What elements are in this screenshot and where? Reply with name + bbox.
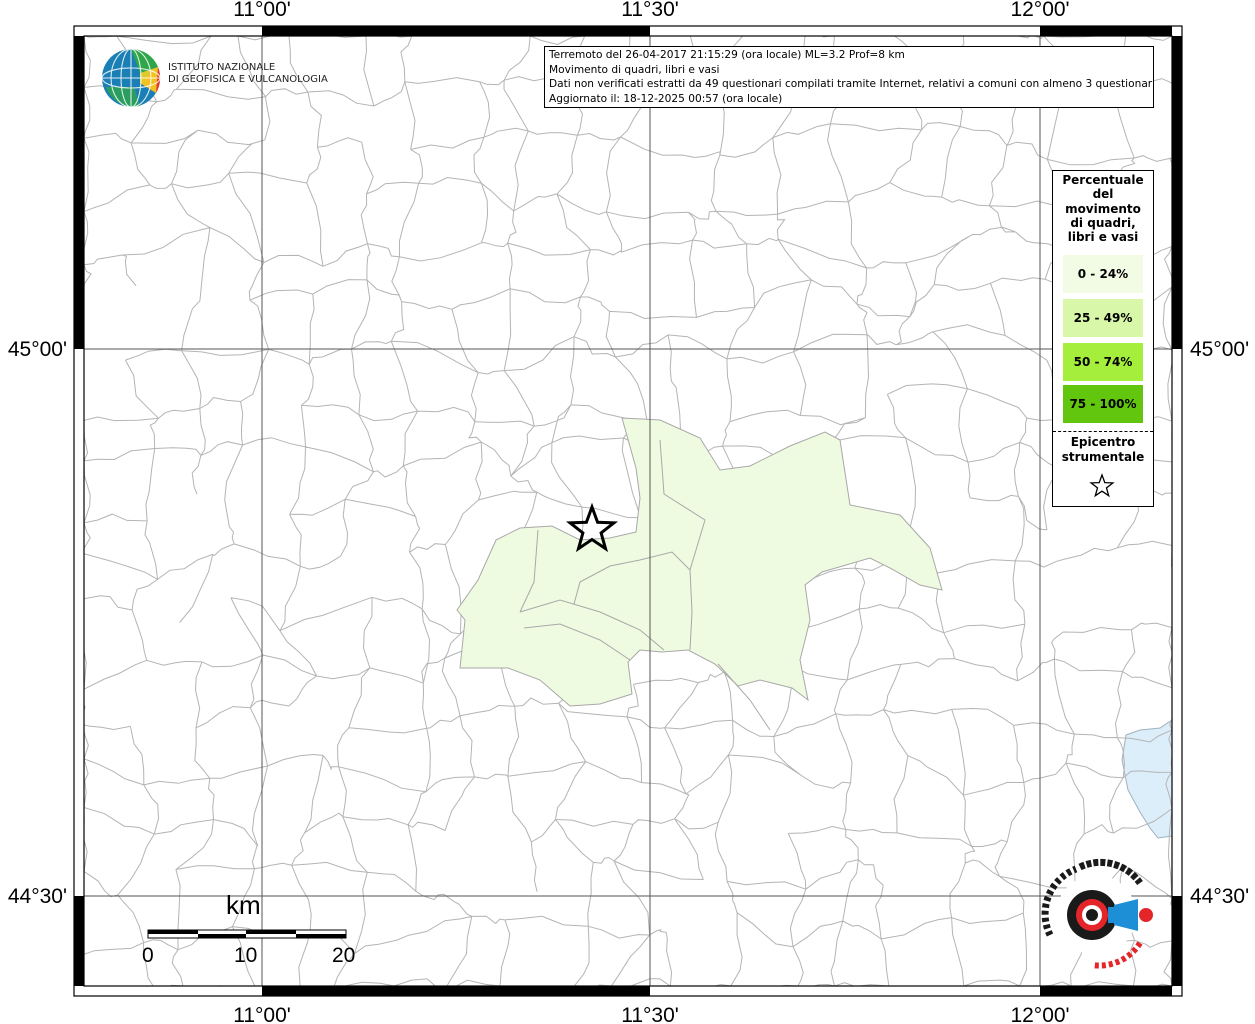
- scale-tick-20: 20: [332, 944, 356, 967]
- legend-title: Percentuale del movimento di quadri, lib…: [1053, 171, 1153, 244]
- scale-unit: km: [226, 890, 261, 920]
- legend-title-line-3: movimento: [1065, 201, 1141, 216]
- ingv-logo-line-2: DI GEOFISICA E VULCANOLOGIA: [168, 74, 328, 85]
- legend-title-line-5: libri e vasi: [1067, 230, 1139, 245]
- bottom-lon-label-1: 11°00': [233, 1004, 291, 1024]
- legend-title-line-2: del: [1092, 187, 1114, 202]
- ingv-globe-logo: [101, 48, 161, 108]
- legend-class-25-49: 25 - 49%: [1063, 299, 1143, 337]
- ingv-logo-text: ISTITUTO NAZIONALE DI GEOFISICA E VULCAN…: [168, 62, 328, 86]
- legend-separator: [1053, 431, 1153, 432]
- scale-bar: [147, 929, 347, 939]
- event-info-line-4: Aggiornato il: 18-12-2025 00:57 (ora loc…: [549, 92, 783, 105]
- top-lon-label-2: 11°30': [621, 0, 679, 21]
- legend-class-50-74: 50 - 74%: [1063, 343, 1143, 381]
- bottom-lon-label-3: 12°00': [1010, 1004, 1069, 1024]
- event-info-line-1: Terremoto del 26-04-2017 21:15:29 (ora l…: [549, 49, 905, 61]
- right-lat-label-2: 44°30': [1190, 885, 1249, 908]
- legend-title-line-1: Percentuale: [1062, 173, 1144, 187]
- top-lon-label-1: 11°00': [233, 0, 291, 21]
- right-lat-label-1: 45°00': [1190, 338, 1249, 361]
- haisentito-logo: [1041, 858, 1153, 969]
- scale-tick-10: 10: [234, 944, 258, 967]
- event-info-line-3: Dati non verificati estratti da 49 quest…: [549, 78, 1154, 90]
- legend-epicenter-line-2: strumentale: [1061, 450, 1145, 464]
- legend-class-0-24: 0 - 24%: [1063, 255, 1143, 293]
- event-info-box: Terremoto del 26-04-2017 21:15:29 (ora l…: [544, 46, 1154, 108]
- legend-epicenter-line-1: Epicentro: [1070, 435, 1136, 449]
- legend: Percentuale del movimento di quadri, lib…: [1052, 170, 1154, 507]
- ingv-logo-line-1: ISTITUTO NAZIONALE: [168, 62, 276, 73]
- legend-epicenter-title: Epicentro strumentale: [1053, 435, 1153, 465]
- left-lat-label-1: 45°00': [8, 338, 67, 361]
- event-info-line-2: Movimento di quadri, libri e vasi: [549, 63, 720, 76]
- left-lat-label-2: 44°30': [8, 885, 67, 908]
- bottom-lon-label-2: 11°30': [621, 1004, 679, 1024]
- legend-class-75-100: 75 - 100%: [1063, 385, 1143, 423]
- top-lon-label-3: 12°00': [1010, 0, 1069, 21]
- scale-tick-0: 0: [142, 944, 154, 967]
- legend-title-line-4: di quadri,: [1070, 215, 1136, 230]
- legend-star-icon: [1089, 473, 1115, 498]
